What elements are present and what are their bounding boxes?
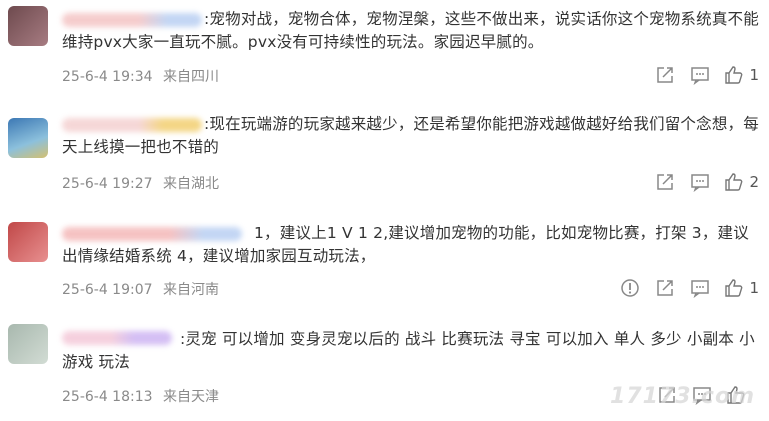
report-icon[interactable] xyxy=(619,277,641,299)
comment-text-block: :现在玩端游的玩家越来越少，还是希望你能把游戏越做越好给我们留个念想，每天上线摸… xyxy=(62,113,762,159)
comment-date: 25-6-4 19:27 xyxy=(62,176,153,192)
like-button[interactable]: 1 xyxy=(724,65,759,85)
like-button[interactable]: 1 xyxy=(724,278,759,298)
comment-actions: 1 xyxy=(606,277,759,299)
comment-meta: 25-6-4 19:27 来自湖北 xyxy=(62,173,225,193)
comment-text-block: :灵宠 可以增加 变身灵宠以后的 战斗 比赛玩法 寻宝 可以加入 单人 多少 小… xyxy=(62,328,762,374)
comment-date: 25-6-4 18:13 xyxy=(62,389,153,405)
comment-icon[interactable] xyxy=(689,277,711,299)
comment-date: 25-6-4 19:07 xyxy=(62,282,153,298)
comment-item: :宠物对战，宠物合体，宠物涅槃，这些不做出来，说实话你这个宠物系统真不能维持pv… xyxy=(0,0,769,100)
avatar[interactable] xyxy=(8,118,48,158)
comment-text: :宠物对战，宠物合体，宠物涅槃，这些不做出来，说实话你这个宠物系统真不能维持pv… xyxy=(62,10,759,51)
comment-date: 25-6-4 19:34 xyxy=(62,69,153,85)
like-button[interactable]: 2 xyxy=(724,172,759,192)
like-count: 2 xyxy=(749,173,759,191)
comment-meta: 25-6-4 18:13 来自天津 xyxy=(62,386,225,406)
comment-location: 来自河南 xyxy=(162,282,219,298)
comment-text-block: :宠物对战，宠物合体，宠物涅槃，这些不做出来，说实话你这个宠物系统真不能维持pv… xyxy=(62,8,762,54)
comment-text: 1，建议上1 V 1 2,建议增加宠物的功能，比如宠物比赛，打架 3，建议出情缘… xyxy=(62,224,749,265)
share-icon[interactable] xyxy=(654,171,676,193)
share-icon[interactable] xyxy=(654,277,676,299)
thumbs-up-icon xyxy=(725,66,743,84)
site-watermark: 17173.com xyxy=(610,384,755,409)
comment-actions: 2 xyxy=(641,171,759,193)
comment-text-block: 1，建议上1 V 1 2,建议增加宠物的功能，比如宠物比赛，打架 3，建议出情缘… xyxy=(62,222,762,268)
avatar[interactable] xyxy=(8,324,48,364)
comment-meta: 25-6-4 19:34 来自四川 xyxy=(62,66,225,86)
comment-text: :现在玩端游的玩家越来越少，还是希望你能把游戏越做越好给我们留个念想，每天上线摸… xyxy=(62,115,759,156)
comment-icon[interactable] xyxy=(689,64,711,86)
comment-icon[interactable] xyxy=(689,171,711,193)
thumbs-up-icon xyxy=(725,279,743,297)
comment-location: 来自湖北 xyxy=(162,176,219,192)
comment-text: :灵宠 可以增加 变身灵宠以后的 战斗 比赛玩法 寻宝 可以加入 单人 多少 小… xyxy=(62,330,755,371)
like-count: 1 xyxy=(749,66,759,84)
share-icon[interactable] xyxy=(654,64,676,86)
comment-actions: 1 xyxy=(641,64,759,86)
comment-item: 1，建议上1 V 1 2,建议增加宠物的功能，比如宠物比赛，打架 3，建议出情缘… xyxy=(0,212,769,312)
comment-item: :现在玩端游的玩家越来越少，还是希望你能把游戏越做越好给我们留个念想，每天上线摸… xyxy=(0,106,769,206)
avatar[interactable] xyxy=(8,6,48,46)
comment-location: 来自四川 xyxy=(162,69,219,85)
comment-location: 来自天津 xyxy=(162,389,219,405)
comment-meta: 25-6-4 19:07 来自河南 xyxy=(62,279,225,299)
like-count: 1 xyxy=(749,279,759,297)
avatar[interactable] xyxy=(8,222,48,262)
thumbs-up-icon xyxy=(725,173,743,191)
